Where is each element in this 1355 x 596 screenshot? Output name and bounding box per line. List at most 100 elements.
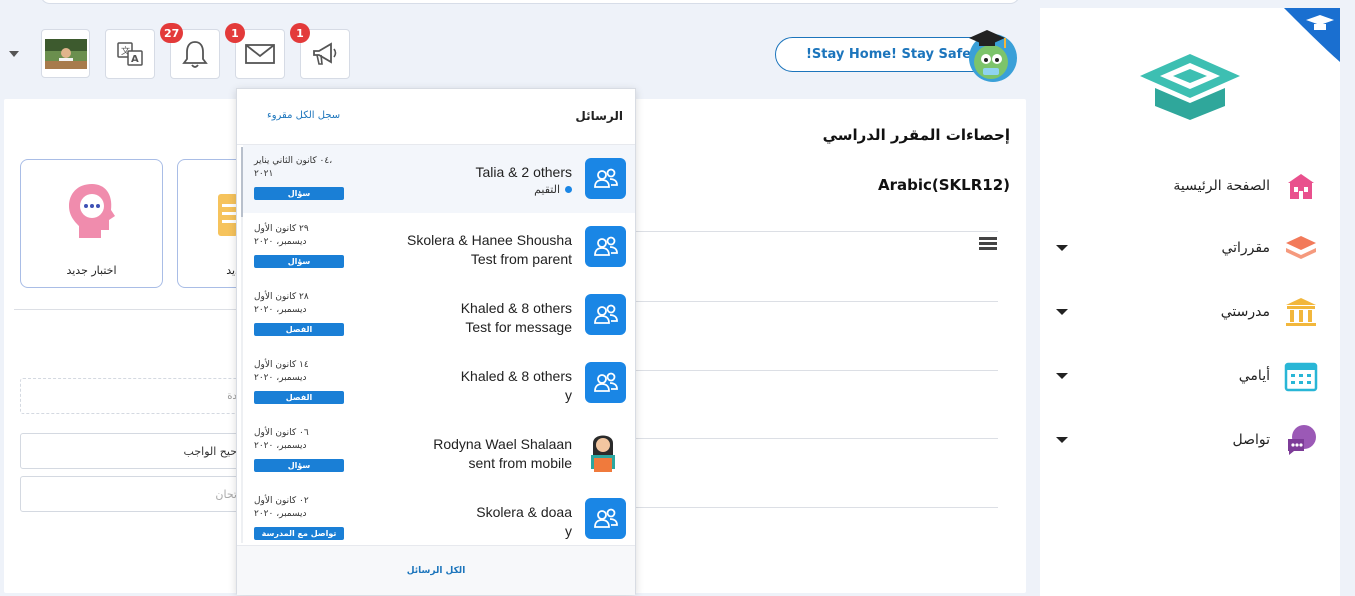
dropdown-title: الرسائل	[575, 109, 623, 123]
message-item[interactable]: Talia & 2 others التقيم ٠٤ كانون الثاني ين…	[243, 145, 635, 213]
message-participants: Skolera & Hanee Shousha	[407, 232, 572, 248]
messages-badge: 1	[225, 23, 245, 43]
message-subject: sent from mobile	[469, 455, 572, 471]
exam-field[interactable]: تحان	[20, 476, 260, 512]
hamburger-menu-icon[interactable]	[979, 237, 997, 251]
books-icon	[1284, 231, 1318, 265]
language-button[interactable]: 文A	[105, 29, 155, 79]
message-subject-text: التقيم	[534, 184, 560, 196]
chat-icon	[1284, 423, 1318, 457]
calendar-icon	[1284, 359, 1318, 393]
field-text: حيح الواجب	[183, 444, 237, 458]
mascot-icon	[969, 30, 1017, 82]
sidebar-item-label: تواصل	[1232, 432, 1270, 448]
envelope-icon	[245, 44, 275, 64]
message-date-line: ٢٨ كانون الأول	[254, 292, 309, 302]
message-date-line: ديسمبر، ٢٠٢٠	[254, 509, 307, 519]
group-icon	[593, 304, 618, 324]
notifications-button[interactable]: 27	[160, 23, 220, 79]
avatar[interactable]	[41, 29, 90, 78]
group-icon	[593, 508, 618, 528]
message-subject-text: y	[565, 523, 572, 539]
message-date-line: ٠٦ كانون الأول	[254, 428, 309, 438]
message-date-line: ٢٩ كانون الأول	[254, 224, 309, 234]
user-menu-caret-icon[interactable]	[9, 51, 19, 57]
message-subject: Test for message	[465, 319, 572, 335]
announcements-badge: 1	[290, 23, 310, 43]
divider	[600, 370, 998, 371]
message-date-line: ديسمبر، ٢٠٢٠	[254, 441, 307, 451]
message-item[interactable]: Khaled & 8 others y ١٤ كانون الأول ديسمبر، …	[243, 349, 635, 417]
message-item[interactable]: Skolera & Hanee Shousha Test from parent ٢…	[243, 213, 635, 281]
home-icon	[1284, 169, 1318, 203]
banner-text: !Stay Home! Stay Safe	[806, 47, 972, 62]
message-subject-text: y	[565, 387, 572, 403]
group-avatar	[585, 294, 626, 335]
message-date: ٢٨ كانون الأول ديسمبر، ٢٠٢٠	[254, 291, 344, 317]
unread-dot-icon	[565, 186, 572, 193]
sidebar-item-communicate[interactable]: تواصل	[1050, 418, 1330, 462]
message-tag: سؤال	[254, 459, 344, 472]
divider	[600, 301, 998, 302]
divider	[600, 231, 998, 232]
group-icon	[593, 372, 618, 392]
message-tag: سؤال	[254, 255, 344, 268]
new-quiz-card[interactable]: اختبار جديد	[20, 159, 163, 288]
document-icon	[218, 194, 238, 236]
announcements-button[interactable]: 1	[290, 23, 350, 79]
dropdown-header: الرسائل سجل الكل مقروء	[237, 89, 635, 145]
dropdown-footer: الكل الرسائل	[237, 545, 635, 595]
message-date-line: ٠٤ كانون الثاني يناير،	[254, 156, 333, 166]
chevron-down-icon[interactable]	[1056, 245, 1068, 251]
message-tag: الفصل	[254, 323, 344, 336]
message-item[interactable]: Khaled & 8 others Test for message ٢٨ كانو…	[243, 281, 635, 349]
messages-dropdown: الرسائل سجل الكل مقروء Talia & 2 others ا…	[236, 88, 636, 595]
school-icon	[1284, 295, 1318, 329]
sidebar-item-days[interactable]: أيامي	[1050, 354, 1330, 398]
message-subject: y	[565, 523, 572, 539]
divider	[600, 438, 998, 439]
page-title: إحصاءات المقرر الدراسي	[822, 126, 1010, 144]
homework-correction-field[interactable]: حيح الواجب	[20, 433, 260, 469]
message-date: ٠٢ كانون الأول ديسمبر، ٢٠٢٠	[254, 495, 344, 521]
head-speech-icon	[69, 184, 115, 238]
field-text: تحان	[215, 487, 237, 501]
upload-field[interactable]: دة	[20, 378, 260, 414]
top-strip	[0, 0, 1355, 8]
chevron-down-icon[interactable]	[1056, 373, 1068, 379]
message-date-line: ٢٠٢١	[254, 169, 274, 179]
message-participants: Rodyna Wael Shalaan	[433, 436, 572, 452]
message-participants: Khaled & 8 others	[460, 368, 572, 384]
corner-badge-icon	[1284, 8, 1340, 62]
bell-icon	[182, 41, 208, 68]
message-tag: سؤال	[254, 187, 344, 200]
group-icon	[593, 236, 618, 256]
group-avatar	[585, 362, 626, 403]
message-participants: Skolera & doaa	[476, 504, 572, 520]
message-date-line: ديسمبر، ٢٠٢٠	[254, 237, 307, 247]
message-date: ٠٦ كانون الأول ديسمبر، ٢٠٢٠	[254, 427, 344, 453]
mark-all-read-link[interactable]: سجل الكل مقروء	[267, 110, 340, 121]
message-date-line: ١٤ كانون الأول	[254, 360, 309, 370]
sidebar-item-home[interactable]: الصفحة الرئيسية	[1050, 164, 1330, 208]
view-all-messages-link[interactable]: الكل الرسائل	[407, 566, 466, 576]
message-date: ٢٩ كانون الأول ديسمبر، ٢٠٢٠	[254, 223, 344, 249]
chevron-down-icon[interactable]	[1056, 309, 1068, 315]
message-participants: Khaled & 8 others	[460, 300, 572, 316]
megaphone-icon	[313, 42, 337, 65]
message-date-line: ديسمبر، ٢٠٢٠	[254, 305, 307, 315]
messages-button[interactable]: 1	[225, 23, 285, 79]
chevron-down-icon[interactable]	[1056, 437, 1068, 443]
message-subject: y	[565, 387, 572, 403]
card-caption: اختبار جديد	[66, 264, 117, 277]
sidebar-item-courses[interactable]: مقرراتي	[1050, 226, 1330, 270]
message-item[interactable]: Skolera & doaa y ٠٢ كانون الأول ديسمبر، ٢٠٢…	[243, 485, 635, 553]
student-avatar-icon	[591, 435, 615, 472]
message-tag: الفصل	[254, 391, 344, 404]
message-date: ٠٤ كانون الثاني يناير، ٢٠٢١	[254, 155, 344, 181]
skolera-logo	[1140, 54, 1240, 120]
message-item[interactable]: Rodyna Wael Shalaan sent from mobile ٠٦ كا…	[243, 417, 635, 485]
sidebar-item-label: مدرستي	[1220, 304, 1270, 320]
sidebar-item-school[interactable]: مدرستي	[1050, 290, 1330, 334]
message-subject-text: Test for message	[465, 319, 572, 335]
